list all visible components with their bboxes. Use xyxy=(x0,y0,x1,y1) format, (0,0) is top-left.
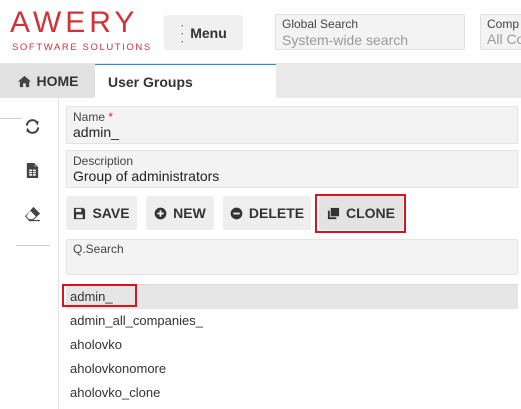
toolbar-divider-bottom xyxy=(16,245,50,246)
minus-circle-icon xyxy=(230,207,243,219)
logo[interactable]: AWERY xyxy=(10,6,138,40)
global-search-label: Global Search xyxy=(282,17,359,31)
tab-home-label: HOME xyxy=(36,73,79,89)
refresh-icon xyxy=(25,118,39,134)
save-button[interactable]: SAVE xyxy=(66,196,137,230)
tab-user-groups[interactable]: User Groups xyxy=(95,64,276,98)
company-select[interactable]: Comp All Co xyxy=(480,14,521,50)
plus-circle-icon xyxy=(154,207,167,219)
company-label: Comp xyxy=(487,17,520,31)
clear-button[interactable] xyxy=(19,200,45,226)
list-item[interactable]: aholovkonomore xyxy=(66,357,518,381)
global-search-input[interactable] xyxy=(282,31,458,48)
name-field[interactable]: Name * admin_ xyxy=(66,106,518,144)
delete-button[interactable]: DELETE xyxy=(223,196,311,230)
company-value: All Co xyxy=(487,31,521,47)
clone-button-highlight xyxy=(315,194,406,233)
floppy-disk-icon xyxy=(74,207,86,219)
description-field[interactable]: Description Group of administrators xyxy=(66,150,518,188)
menu-button-label: Menu xyxy=(190,24,227,41)
new-button[interactable]: NEW xyxy=(146,196,214,230)
save-button-label: SAVE xyxy=(92,205,130,221)
name-label: Name xyxy=(73,110,106,124)
eraser-icon xyxy=(24,206,40,221)
home-icon xyxy=(17,75,31,87)
list-item[interactable]: aholovko_clone xyxy=(66,381,518,405)
logo-subtitle: SOFTWARE SOLUTIONS xyxy=(12,42,152,53)
quick-search-label: Q.Search xyxy=(73,242,124,256)
tab-home[interactable]: HOME xyxy=(0,64,95,98)
spreadsheet-icon xyxy=(26,162,38,178)
delete-button-label: DELETE xyxy=(248,205,305,221)
app-header: AWERY SOFTWARE SOLUTIONS · · · Menu Global… xyxy=(0,0,521,64)
tab-bar: HOME User Groups xyxy=(0,64,521,98)
kebab-icon: · · · xyxy=(180,17,185,48)
menu-button[interactable]: · · · Menu xyxy=(164,15,243,50)
list-item[interactable]: admin_all_companies_ xyxy=(66,309,518,333)
quick-search-field[interactable]: Q.Search xyxy=(66,239,518,275)
list-item[interactable]: aholovko xyxy=(66,333,518,357)
name-value: admin_ xyxy=(73,124,119,140)
refresh-button[interactable] xyxy=(19,113,45,139)
new-button-label: NEW xyxy=(173,205,206,221)
description-label: Description xyxy=(73,154,134,168)
quick-search-input[interactable] xyxy=(73,256,511,272)
export-spreadsheet-button[interactable] xyxy=(19,157,45,183)
description-value: Group of administrators xyxy=(73,168,220,184)
toolbar-vertical-divider xyxy=(58,98,59,409)
required-mark: * xyxy=(108,110,114,124)
global-search-field[interactable]: Global Search xyxy=(275,14,465,50)
tab-user-groups-label: User Groups xyxy=(108,73,193,90)
selected-item-highlight xyxy=(62,284,137,307)
